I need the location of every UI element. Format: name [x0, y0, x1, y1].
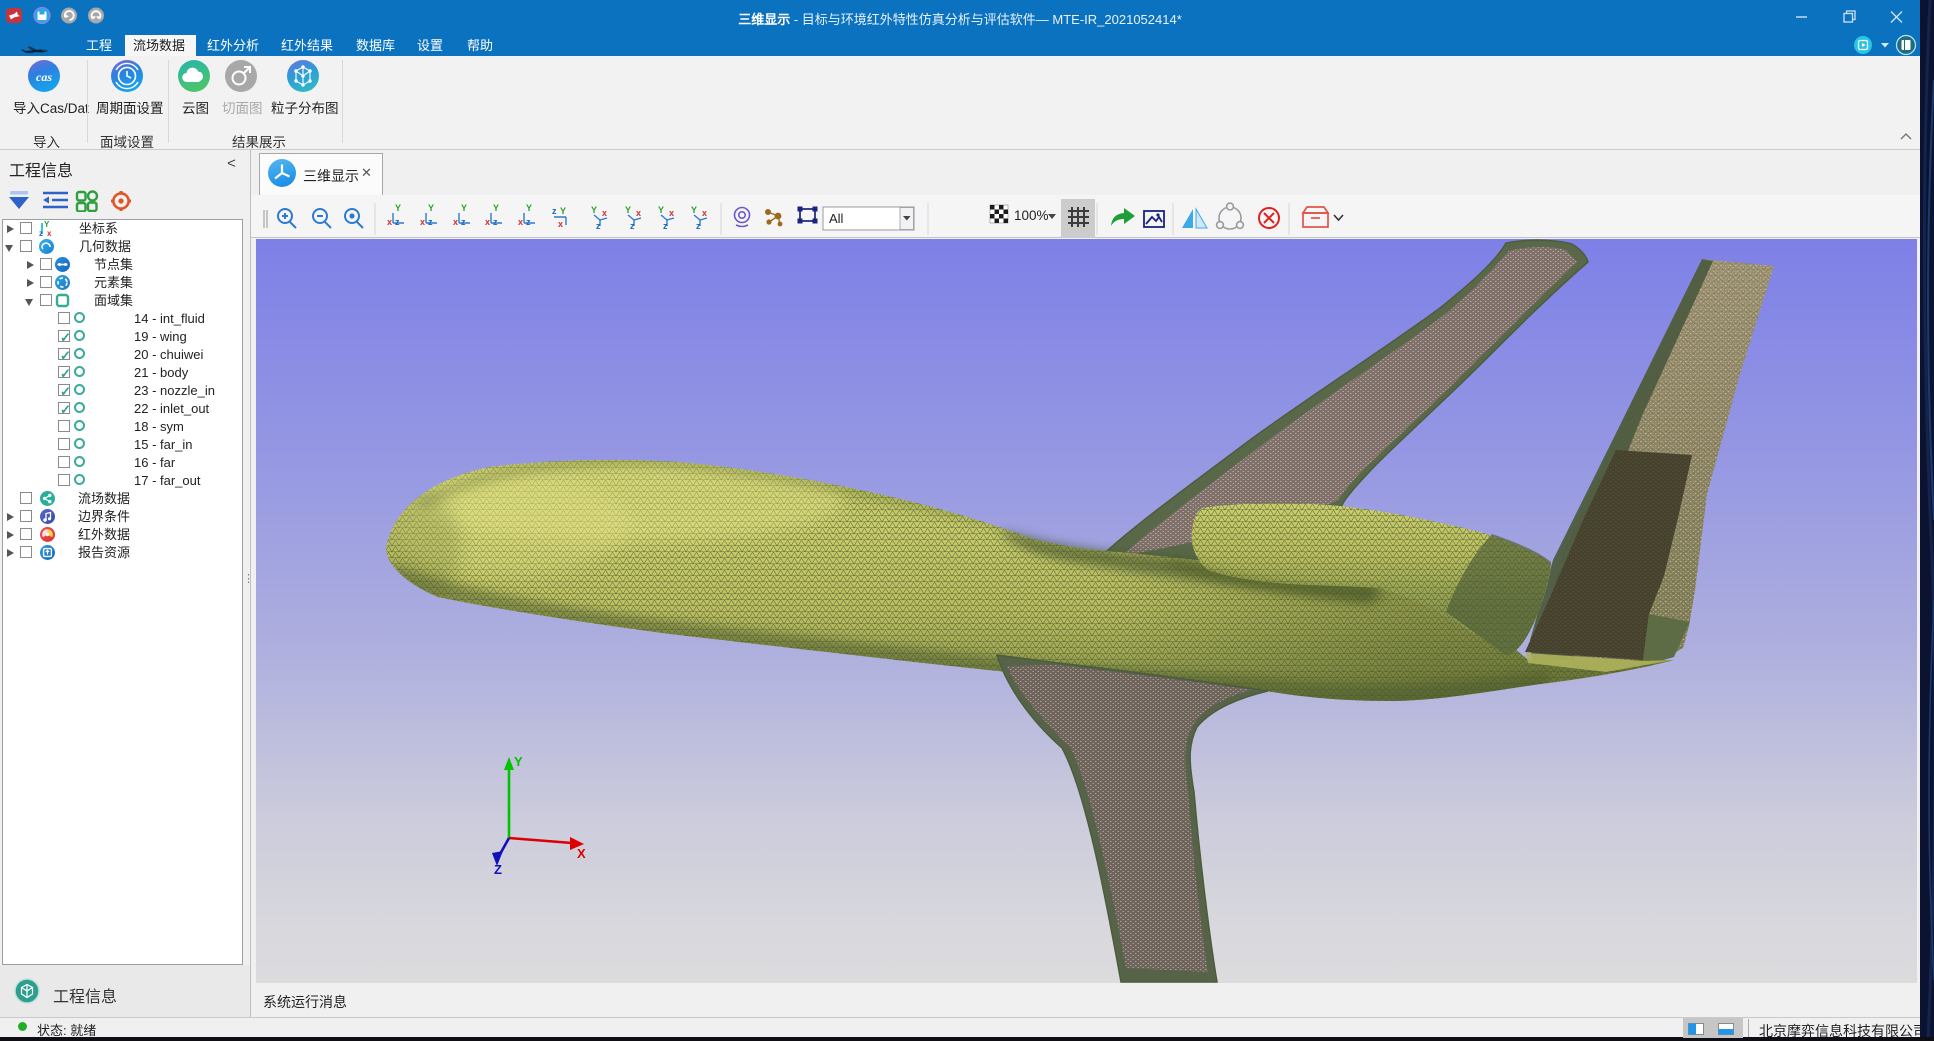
svg-text:cas: cas: [36, 70, 52, 84]
svg-text:z: z: [39, 229, 43, 237]
svg-text:Y: Y: [44, 220, 50, 229]
svg-text:Y: Y: [395, 203, 401, 213]
svg-text:Y: Y: [514, 754, 523, 769]
svg-text:z: z: [552, 206, 557, 216]
svg-text:x: x: [558, 219, 563, 229]
svg-text:All: All: [829, 211, 844, 226]
svg-text:x: x: [47, 229, 52, 237]
svg-text:100%: 100%: [1014, 208, 1049, 223]
svg-text:z: z: [596, 221, 601, 231]
svg-text:Y: Y: [591, 205, 597, 215]
svg-text:x: x: [602, 208, 607, 218]
svg-text:X: X: [577, 846, 586, 861]
svg-text:z: z: [395, 217, 400, 227]
svg-text:x: x: [387, 217, 392, 227]
svg-text:Z: Z: [494, 862, 502, 877]
svg-text:Y: Y: [560, 206, 566, 216]
